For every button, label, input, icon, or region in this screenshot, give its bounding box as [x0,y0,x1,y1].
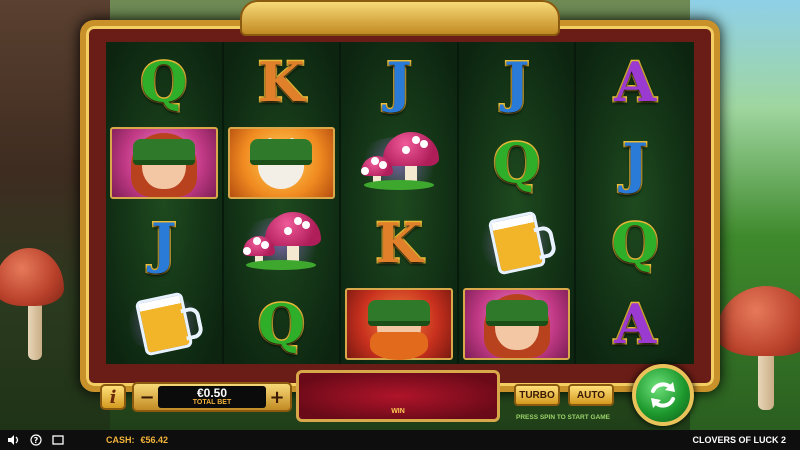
leprechaun-portrait [345,287,453,360]
refresh-icon [651,382,675,408]
symbol-letter-text: J [385,50,414,115]
symbol-letter-k: K [224,42,340,123]
symbol-beer [106,284,222,365]
auto-button[interactable]: AUTO [568,384,614,406]
reel-grid: QJKQJKJQAJQA [106,42,694,364]
total-bet-value: €0.50 [196,386,228,400]
symbol-woman [106,123,222,204]
symbol-mushroom [224,203,340,284]
symbol-letter-q: Q [106,42,222,123]
spin-button[interactable] [632,364,694,426]
mushroom-icon [241,208,322,278]
symbol-letter-text: Q [610,211,660,276]
game-scene: QJKQJKJQAJQA i − €0.50 TOTAL BET + WIN T… [0,0,800,450]
win-label: WIN [391,408,405,415]
svg-text:?: ? [34,436,39,445]
control-bar: i − €0.50 TOTAL BET + WIN TURBO AUTO PRE… [86,362,714,426]
symbol-letter-text: Q [492,130,542,195]
symbol-letter-text: K [256,50,306,115]
sound-icon[interactable] [6,433,22,447]
symbol-letter-q: Q [459,123,575,204]
fullscreen-icon[interactable] [50,433,66,447]
symbol-letter-j: J [459,42,575,123]
symbol-letter-text: J [150,211,179,276]
symbol-letter-a: A [576,284,694,365]
bet-increase-button[interactable]: + [267,386,287,408]
symbol-letter-q: Q [224,284,340,365]
symbol-letter-text: J [502,50,531,115]
symbol-letter-text: Q [256,291,306,356]
symbol-letter-j: J [106,203,222,284]
symbol-letter-q: Q [576,203,694,284]
bet-selector: − €0.50 TOTAL BET + [132,382,292,412]
rabbit-portrait [227,126,336,199]
turbo-button[interactable]: TURBO [514,384,560,406]
total-bet-label: TOTAL BET [192,399,232,406]
reel-5: AJQA [576,42,694,364]
mushroom-stem-left [28,300,42,360]
symbol-rabbit [224,123,340,204]
info-button[interactable]: i [100,384,126,410]
symbol-letter-text: K [374,211,424,276]
reel-3: JK [341,42,459,364]
symbol-letter-text: Q [139,50,189,115]
total-bet-display: €0.50 TOTAL BET [158,386,266,408]
symbol-beer [459,203,575,284]
game-title: CLOVERS OF LUCK 2 [692,435,786,445]
win-display: WIN [296,370,500,422]
symbol-letter-text: J [621,130,650,195]
symbol-letter-text: A [613,291,658,356]
symbol-mushroom [341,123,457,204]
cash-value: €56.42 [140,435,169,445]
symbol-letter-k: K [341,203,457,284]
symbol-woman [459,284,575,365]
woman-portrait [462,287,571,360]
frame-top-ornament [240,0,560,36]
reel-4: JQ [458,42,577,365]
cash-label: CASH: [106,435,135,445]
help-icon[interactable]: ? [28,433,44,447]
status-bar: ? CASH: €56.42 CLOVERS OF LUCK 2 [0,430,800,450]
bet-decrease-button[interactable]: − [137,386,157,408]
woman-portrait [110,126,218,199]
symbol-letter-text: A [613,50,658,115]
symbol-letter-j: J [341,42,457,123]
reel-2: KQ [223,42,342,365]
mushroom-icon [359,128,439,198]
symbol-letter-j: J [576,123,694,204]
symbol-letter-a: A [576,42,694,123]
reel-1: QJ [106,42,224,364]
symbol-leprechaun [341,284,457,365]
